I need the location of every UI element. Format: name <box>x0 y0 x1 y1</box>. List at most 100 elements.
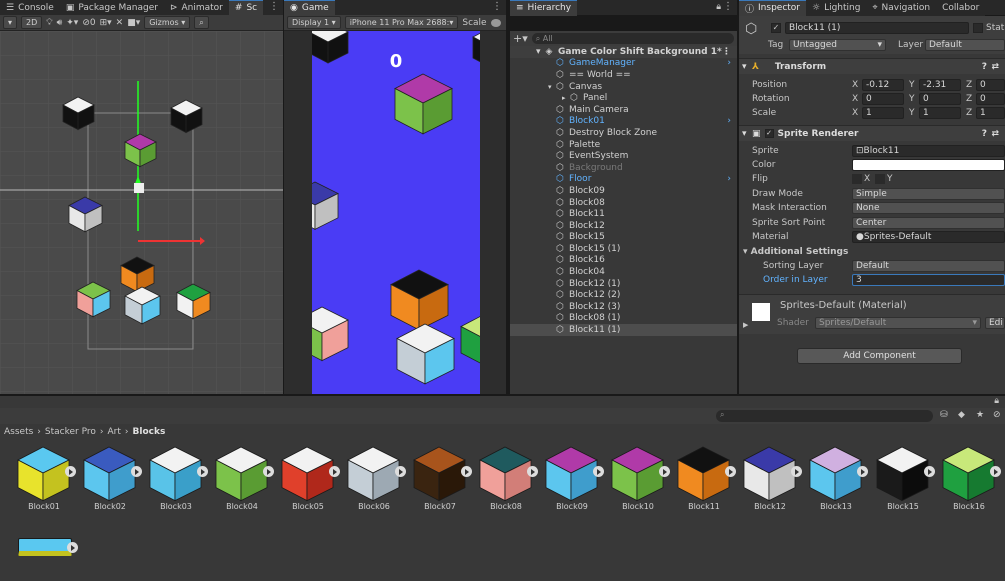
asset-item[interactable]: Block03 <box>145 444 208 511</box>
tab-animator[interactable]: ⊳ Animator <box>163 0 229 16</box>
display-dropdown[interactable]: Display 1 ▾ <box>287 16 341 29</box>
play-icon[interactable] <box>329 466 340 477</box>
hierarchy-item[interactable]: ⬡ Palette <box>510 139 737 151</box>
tab-game[interactable]: ◉ Game <box>284 0 335 16</box>
asset-item[interactable]: Block12 <box>739 444 802 511</box>
hierarchy-item[interactable]: ⬡ Block04 <box>510 266 737 278</box>
hierarchy-item[interactable]: ⬡ Block12 <box>510 220 737 232</box>
play-icon[interactable] <box>593 466 604 477</box>
tab-menu-icon[interactable]: ⋮ <box>269 1 279 12</box>
sorting-layer-dropdown[interactable]: Default <box>852 260 1005 272</box>
foldout-icon-2[interactable]: ▾ <box>742 129 752 139</box>
breadcrumb-art[interactable]: Art <box>108 427 121 437</box>
asset-item[interactable]: Block01 <box>13 444 76 511</box>
asset-item[interactable]: Block16 <box>938 444 1001 511</box>
tag-dropdown[interactable]: Untagged ▾ <box>789 39 886 51</box>
mask-dropdown[interactable]: None <box>852 202 1005 214</box>
asset-item[interactable]: Block04 <box>211 444 274 511</box>
hierarchy-scene-row[interactable]: ▾ ◈ Game Color Shift Background 1* ⋮ <box>510 46 737 58</box>
game-menu-icon[interactable]: ⋮ <box>492 1 502 12</box>
static-checkbox[interactable] <box>973 23 983 33</box>
flip-y-checkbox[interactable] <box>875 174 885 184</box>
additional-settings-label[interactable]: ▾ Additional Settings <box>743 247 848 257</box>
project-search[interactable]: ⌕ <box>716 410 933 422</box>
add-component-button[interactable]: Add Component <box>797 348 962 364</box>
sprite-field[interactable]: ⊡Block11 <box>852 145 1005 157</box>
transform-y-field[interactable]: -2.31 <box>919 79 961 91</box>
hierarchy-item[interactable]: ⬡ Block11 (1) <box>510 324 737 336</box>
hierarchy-item[interactable]: ⬡ Background <box>510 162 737 174</box>
help-icon-2[interactable]: ? <box>982 129 987 139</box>
color-field[interactable] <box>852 159 1005 171</box>
play-icon[interactable] <box>263 466 274 477</box>
asset-item[interactable]: Block06 <box>343 444 406 511</box>
settings-icon-2[interactable]: ⇄ <box>991 129 999 139</box>
material-foldout-icon[interactable]: ▶ <box>743 321 748 329</box>
transform-y-field[interactable]: 0 <box>919 93 961 105</box>
play-icon[interactable] <box>65 466 76 477</box>
play-icon[interactable] <box>527 466 538 477</box>
breadcrumb-blocks[interactable]: Blocks <box>133 427 166 437</box>
hierarchy-item[interactable]: ▾ ⬡ Canvas <box>510 81 737 93</box>
asset-item[interactable]: Block09 <box>541 444 604 511</box>
shader-edit-button[interactable]: Edi <box>985 317 1005 329</box>
hierarchy-item[interactable]: ⬡ Block12 (3) <box>510 301 737 313</box>
flip-x-checkbox[interactable] <box>852 174 862 184</box>
asset-item[interactable]: Block02 <box>79 444 142 511</box>
asset-item[interactable]: Block13 <box>805 444 868 511</box>
grid-icon[interactable]: ⊞▾ <box>100 18 112 28</box>
transform-x-field[interactable]: -0.12 <box>862 79 904 91</box>
filter-label-icon[interactable]: ◆ <box>958 410 965 420</box>
order-in-layer-field[interactable]: 3 <box>852 274 1005 286</box>
expand-right-icon[interactable]: ▸ <box>562 94 569 102</box>
draw-mode-dropdown[interactable]: Simple <box>852 188 1005 200</box>
audio-icon[interactable]: 🔊︎ <box>57 18 63 28</box>
tab-collab[interactable]: Collabor <box>936 0 986 16</box>
hierarchy-item[interactable]: ⬡ Main Camera <box>510 104 737 116</box>
sprite-renderer-header[interactable]: ▾ ▣ ✓ Sprite Renderer ? ⇄ <box>739 125 1005 141</box>
play-icon[interactable] <box>131 466 142 477</box>
tab-console[interactable]: ☰ Console <box>0 0 60 16</box>
filter-type-icon[interactable]: ⛁ <box>940 410 948 420</box>
hierarchy-item[interactable]: ⬡ Floor › <box>510 174 737 186</box>
hidden-layers-icon[interactable]: ⊘0 <box>82 18 95 28</box>
device-dropdown[interactable]: iPhone 11 Pro Max 2688: ▾ <box>344 16 459 29</box>
play-icon[interactable] <box>990 466 1001 477</box>
transform-z-field[interactable]: 0 <box>976 93 1005 105</box>
hierarchy-item[interactable]: ⬡ Block15 (1) <box>510 243 737 255</box>
transform-y-field[interactable]: 1 <box>919 107 961 119</box>
tab-scene[interactable]: # Sc <box>228 0 264 16</box>
transform-z-field[interactable]: 0 <box>976 79 1005 91</box>
expand-down-icon[interactable]: ▾ <box>536 47 544 57</box>
project-lock-icon[interactable]: 🔒︎ <box>994 396 999 406</box>
2d-toggle[interactable]: 2D <box>21 16 43 29</box>
asset-item[interactable]: Block05 <box>277 444 340 511</box>
play-icon[interactable] <box>857 466 868 477</box>
tab-inspector[interactable]: ⓘ Inspector <box>739 0 806 16</box>
prefab-open-icon[interactable]: › <box>727 116 731 126</box>
settings-icon[interactable]: ⇄ <box>991 62 999 72</box>
breadcrumb-assets[interactable]: Assets <box>4 427 33 437</box>
play-icon[interactable] <box>461 466 472 477</box>
draw-mode-dropdown[interactable]: ▾ <box>3 16 18 29</box>
shader-dropdown[interactable]: Sprites/Default ▾ <box>815 317 981 329</box>
hierarchy-item[interactable]: ⬡ Block12 (2) <box>510 289 737 301</box>
play-icon[interactable] <box>791 466 802 477</box>
play-icon[interactable] <box>924 466 935 477</box>
scene-menu-icon[interactable]: ⋮ <box>722 47 731 57</box>
scene-view[interactable] <box>0 31 283 394</box>
material-field[interactable]: ●Sprites-Default <box>852 231 1005 243</box>
tab-hierarchy[interactable]: ≡ Hierarchy <box>510 0 578 16</box>
object-name-field[interactable]: Block11 (1) <box>785 22 969 34</box>
hierarchy-item[interactable]: ⬡ Block01 › <box>510 116 737 128</box>
camera-icon[interactable]: ■▾ <box>127 18 140 28</box>
effects-icon[interactable]: ✦▾ <box>66 18 78 28</box>
favorite-icon[interactable]: ★ <box>976 410 984 420</box>
asset-item[interactable]: Block07 <box>409 444 472 511</box>
foldout-icon[interactable]: ▾ <box>742 62 752 72</box>
hierarchy-item[interactable]: ⬡ Block08 (1) <box>510 313 737 325</box>
active-checkbox[interactable]: ✓ <box>771 23 781 33</box>
breadcrumb-stacker[interactable]: Stacker Pro <box>45 427 96 437</box>
hierarchy-item[interactable]: ⬡ GameManager › <box>510 58 737 70</box>
hierarchy-search[interactable]: ⌕ All <box>531 33 734 44</box>
